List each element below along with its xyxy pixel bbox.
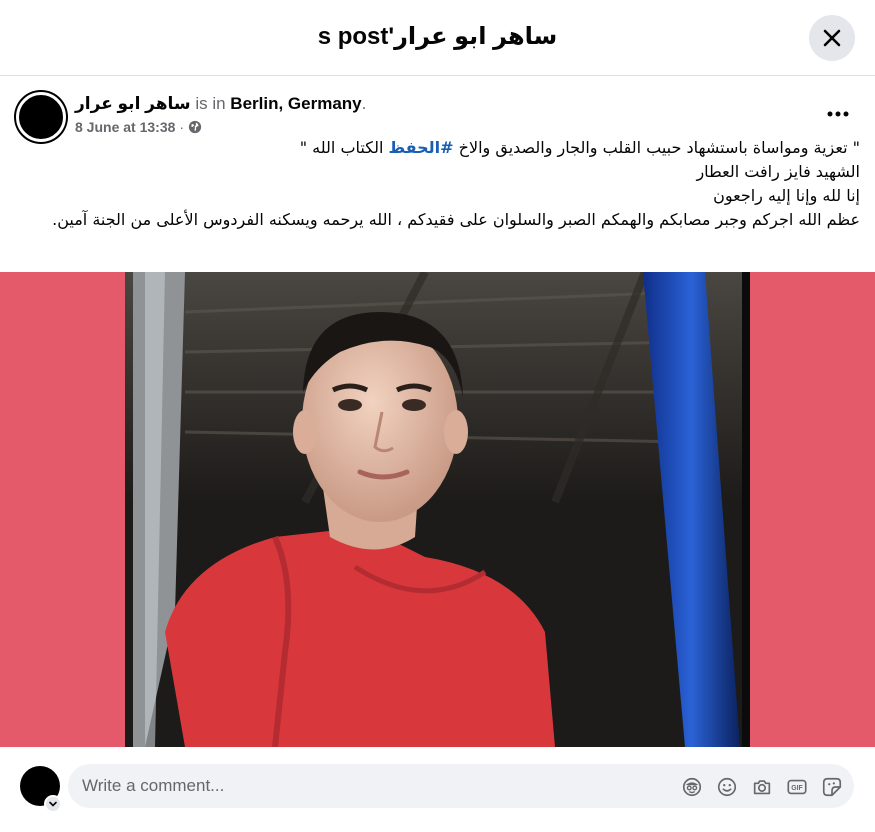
author-name[interactable]: ساهر ابو عرار: [75, 94, 191, 113]
sticker-icon: [822, 777, 842, 797]
post-text: " تعزية ومواساة باستشهاد حبيب القلب والج…: [30, 136, 860, 232]
dialog-title: ساهر ابو عرار's post: [317, 23, 558, 50]
comment-box: GIF: [68, 764, 854, 808]
more-options-button[interactable]: [820, 96, 856, 132]
account-switcher-button[interactable]: [44, 795, 62, 813]
gif-icon: GIF: [787, 779, 807, 795]
emoji-icon: [717, 777, 737, 797]
gif-button[interactable]: GIF: [785, 775, 809, 799]
camera-icon: [753, 780, 771, 795]
post-meta: 8 June at 13:38 ·: [75, 119, 202, 135]
chevron-down-icon: [49, 801, 57, 807]
post-text-line-1-end: الكتاب الله ": [299, 138, 389, 157]
photo-upload-button[interactable]: [750, 775, 774, 799]
post-timestamp[interactable]: 8 June at 13:38: [75, 119, 175, 135]
post-text-line-3: إنا لله وإنا إليه راجعون: [713, 186, 860, 205]
photo-area: [0, 272, 875, 747]
post-header: ساهر ابو عرار is in Berlin, Germany. 8 J…: [16, 92, 859, 142]
avatar-sticker-icon: [682, 777, 702, 797]
more-horizontal-icon: [827, 111, 849, 117]
author-avatar[interactable]: [16, 92, 66, 142]
is-in-label: is in: [195, 94, 226, 113]
close-icon: [823, 29, 841, 47]
post-text-line-4: عظم الله اجركم وجبر مصابكم والهمكم الصبر…: [52, 210, 860, 229]
hashtag-link[interactable]: #الحفظ: [388, 138, 453, 157]
comment-input[interactable]: [82, 764, 662, 808]
svg-text:GIF: GIF: [791, 785, 802, 792]
post-text-line-1: " تعزية ومواساة باستشهاد حبيب القلب والج…: [30, 136, 860, 160]
meta-separator: ·: [179, 119, 185, 135]
post-text-line-1-start: " تعزية ومواساة باستشهاد حبيب القلب والج…: [453, 138, 860, 157]
photo-illustration: [125, 272, 750, 747]
comment-composer: GIF: [0, 748, 875, 832]
dialog-header: ساهر ابو عرار's post: [0, 0, 875, 76]
close-button[interactable]: [809, 15, 855, 61]
globe-icon[interactable]: [188, 120, 202, 134]
post-text-line-2: الشهيد فايز رافت العطار: [696, 162, 860, 181]
emoji-button[interactable]: [715, 775, 739, 799]
sticker-button[interactable]: [820, 775, 844, 799]
location-link[interactable]: Berlin, Germany: [230, 94, 361, 113]
location-suffix: .: [361, 94, 367, 113]
post-photo[interactable]: [125, 272, 750, 747]
avatar-sticker-button[interactable]: [680, 775, 704, 799]
author-line: ساهر ابو عرار is in Berlin, Germany.: [75, 94, 366, 114]
